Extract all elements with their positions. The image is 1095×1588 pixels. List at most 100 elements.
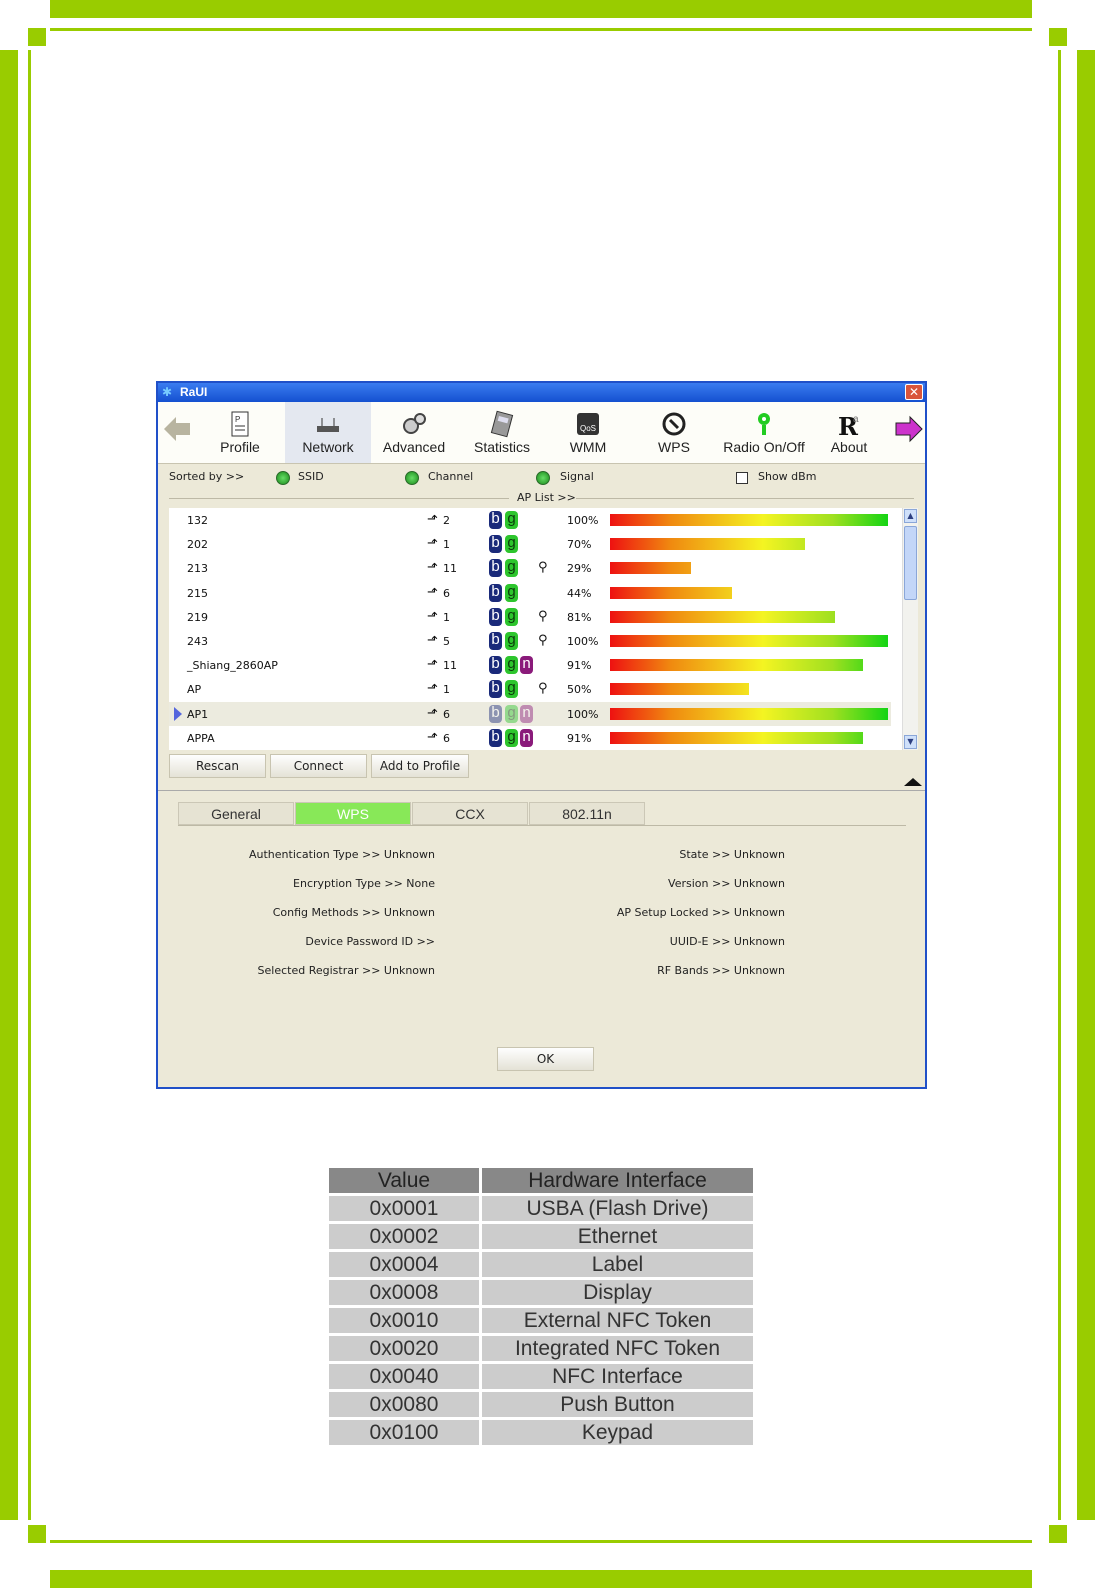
cell-value: 0x0010 [329,1308,479,1333]
sort-row: Sorted by >> SSID Channel Signal Show dB… [169,470,909,486]
toolbar-wmm[interactable]: QoS WMM [552,402,624,463]
cell-hardware-interface: Label [482,1252,753,1277]
channel-icon: ⬏ [427,681,438,697]
mode-b-icon: b [489,704,502,723]
sort-ssid-radio[interactable] [276,471,290,485]
toolbar-about-label: About [830,439,868,455]
cell-hardware-interface: NFC Interface [482,1364,753,1389]
statistics-icon [490,410,514,438]
header-hardware-interface: Hardware Interface [482,1168,753,1193]
cell-hardware-interface: Display [482,1280,753,1305]
mode-b-icon: b [489,583,502,602]
add-to-profile-button[interactable]: Add to Profile [371,754,469,778]
mode-b-icon: b [489,559,502,578]
ap-row[interactable]: 243 ⬏ 5 b g ⚲ 100% [169,629,891,653]
cell-value: 0x0001 [329,1196,479,1221]
ok-button[interactable]: OK [497,1047,594,1071]
ap-row[interactable]: _Shiang_2860AP ⬏ 11 b g n 91% [169,653,891,677]
wps-version: Version >> Unknown [668,877,785,890]
scroll-thumb[interactable] [904,526,917,600]
toolbar-radio[interactable]: Radio On/Off [714,402,814,463]
mode-b-icon: b [489,535,502,554]
raui-window: ✱ RaUI ✕ P Profile Network Advanced Stat… [156,381,927,1089]
mode-n-icon: n [520,704,533,723]
profile-icon: P [231,411,249,437]
sort-ssid-label: SSID [298,470,324,483]
ap-channel: 6 [443,707,450,721]
key-icon: ⚲ [538,681,548,697]
ap-row[interactable]: 132 ⬏ 2 b g 100% [169,508,891,532]
mode-g-icon: g [505,656,518,675]
signal-bar [610,514,888,526]
wps-uuid-e: UUID-E >> Unknown [669,935,785,948]
toolbar-about[interactable]: R a About [818,402,880,463]
channel-icon: ⬏ [427,657,438,673]
toolbar-network-label: Network [302,439,354,455]
tab-general[interactable]: General [178,802,294,825]
wmm-icon: QoS [577,413,599,435]
mode-g-icon: g [505,535,518,554]
connect-button[interactable]: Connect [270,754,367,778]
ap-row[interactable]: AP1 ⬏ 6 b g n 100% [169,701,891,726]
collapse-arrow-icon[interactable] [904,778,922,786]
wps-device-password-id: Device Password ID >> [305,935,435,948]
cell-hardware-interface: Keypad [482,1420,753,1445]
toolbar-profile-label: Profile [220,439,260,455]
cell-value: 0x0040 [329,1364,479,1389]
toolbar-advanced[interactable]: Advanced [376,402,452,463]
toolbar: P Profile Network Advanced Statistics Qo… [158,402,925,464]
wps-state: State >> Unknown [679,848,785,861]
signal-bar [610,610,835,623]
table-row: 0x0100 Keypad [329,1420,753,1445]
ap-row[interactable]: APPA ⬏ 6 b g n 91% [169,726,891,750]
mode-b-icon: b [489,728,502,747]
mode-n-icon: n [520,728,533,747]
ap-row[interactable]: 215 ⬏ 6 b g 44% [169,581,891,605]
signal-bar [610,635,888,647]
scroll-down-button[interactable]: ▼ [904,735,917,749]
ap-signal: 50% [567,683,592,697]
sort-signal-radio[interactable] [536,471,550,485]
tab-ccx[interactable]: CCX [412,802,528,825]
wps-rf-bands: RF Bands >> Unknown [657,964,785,977]
ap-signal: 100% [567,514,599,527]
sort-label: Sorted by >> [169,470,245,483]
toolbar-wps-label: WPS [658,439,690,455]
ap-row[interactable]: AP ⬏ 1 b g ⚲ 50% [169,677,891,701]
ap-ssid: 202 [187,538,208,552]
ap-row[interactable]: 219 ⬏ 1 b g ⚲ 81% [169,605,891,629]
ap-list[interactable]: 132 ⬏ 2 b g 100% 202 ⬏ 1 b g 70% 213 ⬏ 11 b g ⚲ 29% 215 ⬏ 6 b g… [169,508,902,750]
tab-wps[interactable]: WPS [295,802,411,825]
cell-value: 0x0100 [329,1420,479,1445]
ap-signal: 70% [567,538,592,552]
show-dbm-checkbox[interactable] [736,472,748,484]
ap-row[interactable]: 213 ⬏ 11 b g ⚲ 29% [169,556,891,580]
channel-icon: ⬏ [427,584,438,600]
ap-ssid: APPA [187,731,215,745]
mode-g-icon: g [505,607,518,626]
sort-signal-label: Signal [560,470,594,483]
tab-80211n[interactable]: 802.11n [529,802,645,825]
rescan-button[interactable]: Rescan [169,754,266,778]
close-button[interactable]: ✕ [905,384,923,400]
ap-channel: 6 [443,586,450,600]
cell-hardware-interface: External NFC Token [482,1308,753,1333]
title-bar[interactable]: ✱ RaUI ✕ [158,383,925,402]
table-row: 0x0001 USBA (Flash Drive) [329,1196,753,1221]
channel-icon: ⬏ [427,633,438,648]
back-arrow-icon[interactable] [162,414,192,444]
toolbar-network[interactable]: Network [285,402,371,463]
forward-arrow-icon[interactable] [894,414,924,444]
signal-bar [610,731,863,744]
ap-list-scrollbar[interactable]: ▲ ▼ [902,508,918,750]
sort-channel-radio[interactable] [405,471,419,485]
ap-channel: 6 [443,731,450,745]
ap-channel: 11 [443,659,457,673]
ap-row[interactable]: 202 ⬏ 1 b g 70% [169,532,891,556]
toolbar-statistics[interactable]: Statistics [462,402,542,463]
toolbar-advanced-label: Advanced [382,439,446,455]
toolbar-wps[interactable]: WPS [638,402,710,463]
hardware-interface-table: Value Hardware Interface 0x0001 USBA (Fla… [326,1165,756,1448]
scroll-up-button[interactable]: ▲ [904,509,917,523]
toolbar-profile[interactable]: P Profile [202,402,278,463]
